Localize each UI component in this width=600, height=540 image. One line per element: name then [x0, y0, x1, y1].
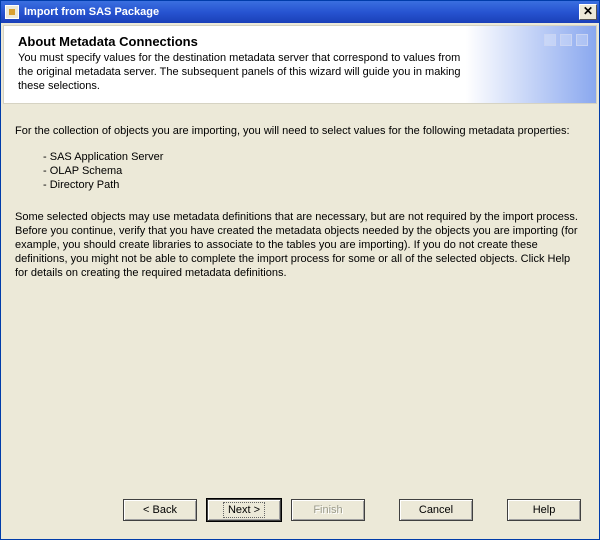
list-item: OLAP Schema [43, 164, 585, 178]
dialog-window: Import from SAS Package ✕ About Metadata… [0, 0, 600, 540]
button-bar: < Back Next > Finish Cancel Help [1, 493, 599, 539]
back-button[interactable]: < Back [123, 499, 197, 521]
list-item: SAS Application Server [43, 150, 585, 164]
help-button[interactable]: Help [507, 499, 581, 521]
intro-text: For the collection of objects you are im… [15, 124, 585, 138]
close-button[interactable]: ✕ [579, 4, 597, 20]
app-icon [5, 5, 19, 19]
finish-button: Finish [291, 499, 365, 521]
cancel-button[interactable]: Cancel [399, 499, 473, 521]
titlebar: Import from SAS Package ✕ [1, 1, 599, 23]
next-button[interactable]: Next > [207, 499, 281, 521]
list-item: Directory Path [43, 178, 585, 192]
decoration-box [544, 34, 556, 46]
decoration-box [560, 34, 572, 46]
header-decoration [544, 34, 588, 46]
wizard-content: For the collection of objects you are im… [1, 106, 599, 493]
decoration-box [576, 34, 588, 46]
info-paragraph: Some selected objects may use metadata d… [15, 210, 585, 280]
window-title: Import from SAS Package [24, 6, 579, 18]
wizard-header: About Metadata Connections You must spec… [3, 25, 597, 104]
page-title: About Metadata Connections [18, 34, 582, 49]
page-subtitle: You must specify values for the destinat… [18, 51, 478, 93]
property-list: SAS Application Server OLAP Schema Direc… [43, 150, 585, 192]
